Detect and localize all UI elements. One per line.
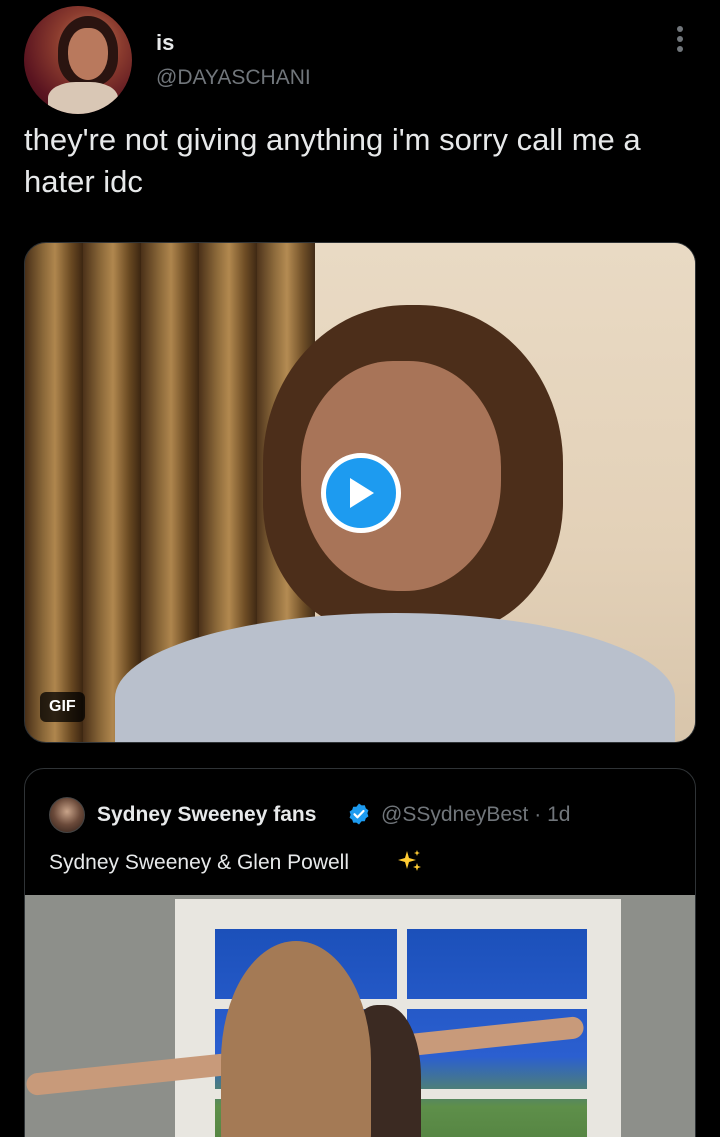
quoted-tweet-text: Sydney Sweeney & Glen Powell — [49, 851, 349, 874]
author-avatar[interactable] — [24, 6, 132, 114]
quoted-author-handle-line: @SSydneyBest · 1d — [381, 803, 570, 827]
quoted-author-name[interactable]: Sydney Sweeney fans — [97, 803, 316, 827]
author-display-name[interactable]: is — [156, 30, 174, 56]
avatar-face — [68, 28, 108, 80]
verified-badge-icon — [349, 803, 369, 825]
window-frame — [175, 919, 621, 929]
gif-badge: GIF — [40, 692, 85, 722]
quoted-tweet-card[interactable]: Sydney Sweeney fans @SSydneyBest · 1d Sy… — [24, 768, 696, 1137]
play-icon[interactable] — [321, 453, 401, 533]
more-options-icon[interactable] — [666, 22, 694, 56]
separator-dot: · — [534, 803, 542, 826]
sparkles-icon — [398, 850, 421, 871]
quoted-author-avatar[interactable] — [49, 797, 85, 833]
quoted-timestamp[interactable]: 1d — [547, 803, 570, 826]
tweet-text: they're not giving anything i'm sorry ca… — [24, 122, 641, 199]
quoted-author-handle[interactable]: @SSydneyBest — [381, 803, 528, 826]
quoted-video-media[interactable] — [25, 895, 695, 1137]
tweet-gif-media[interactable]: GIF — [24, 242, 696, 743]
tweet-view: is @DAYASCHANI they're not giving anythi… — [0, 0, 720, 1137]
window-frame — [205, 899, 215, 1137]
avatar-dress — [48, 82, 118, 114]
author-handle[interactable]: @DAYASCHANI — [156, 66, 311, 90]
window-frame — [587, 899, 597, 1137]
